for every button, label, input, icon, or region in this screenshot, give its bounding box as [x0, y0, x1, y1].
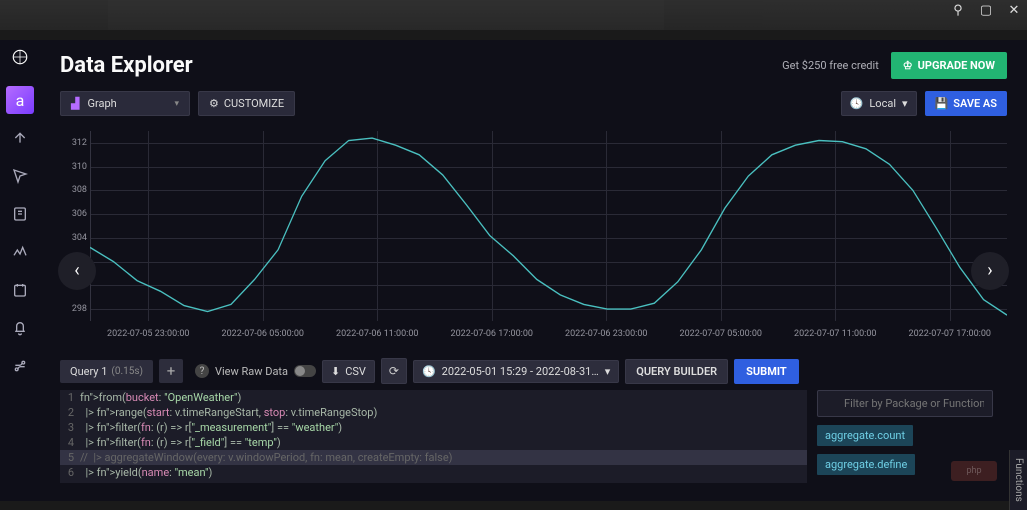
- visualization-type-dropdown[interactable]: ▟ Graph ▾: [60, 91, 190, 116]
- function-pill[interactable]: aggregate.define: [817, 454, 915, 475]
- save-as-button[interactable]: 💾 SAVE AS: [925, 91, 1007, 116]
- code-line[interactable]: 5// |> aggregateWindow(every: v.windowPe…: [60, 450, 807, 465]
- page-header: Data Explorer Get $250 free credit ♔ UPG…: [40, 40, 1027, 87]
- code-line[interactable]: 6 |> fn">yield(name: "mean"): [60, 465, 807, 480]
- y-axis-label: 310: [63, 162, 87, 172]
- query-tab-active[interactable]: Query 1 (0.15s): [60, 360, 153, 383]
- clock-icon: 🕓: [850, 97, 864, 110]
- x-axis-label: 2022-07-06 11:00:00: [336, 329, 418, 339]
- x-axis-label: 2022-07-07 11:00:00: [794, 329, 876, 339]
- chart-icon: ▟: [71, 97, 79, 110]
- x-axis-label: 2022-07-05 23:00:00: [107, 329, 189, 339]
- nav-settings-icon[interactable]: [6, 352, 34, 380]
- left-sidebar: a: [0, 40, 40, 501]
- code-line[interactable]: 3 |> fn">filter(fn: (r) => r["_measureme…: [60, 420, 807, 435]
- x-axis-label: 2022-07-06 23:00:00: [565, 329, 647, 339]
- code-line[interactable]: 2 |> fn">range(start: v.timeRangeStart, …: [60, 405, 807, 420]
- nav-alerts-icon[interactable]: [6, 314, 34, 342]
- nav-dashboard-icon[interactable]: [6, 238, 34, 266]
- x-axis-label: 2022-07-06 05:00:00: [222, 329, 304, 339]
- close-icon[interactable]: ✕: [1007, 3, 1021, 17]
- timezone-dropdown[interactable]: 🕓 Local ▾: [841, 91, 917, 116]
- function-pill[interactable]: aggregate.count: [817, 425, 913, 446]
- raw-data-toggle[interactable]: ? View Raw Data: [195, 364, 316, 378]
- window-controls: ⚲ ▢ ✕: [951, 3, 1021, 17]
- y-axis-label: 308: [63, 185, 87, 195]
- time-range-dropdown[interactable]: 🕓 2022-05-01 15:29 - 2022-08-31… ▾: [413, 360, 619, 383]
- flux-editor[interactable]: 1fn">from(bucket: "OpenWeather")2 |> fn"…: [60, 390, 807, 483]
- save-icon: 💾: [935, 97, 949, 110]
- customize-button[interactable]: ⚙ CUSTOMIZE: [198, 91, 295, 116]
- nav-tasks-icon[interactable]: [6, 276, 34, 304]
- query-bar: Query 1 (0.15s) + ? View Raw Data ⬇ CSV …: [40, 352, 1027, 390]
- carousel-prev-button[interactable]: ‹: [58, 252, 96, 290]
- function-filter-input[interactable]: [817, 390, 993, 417]
- nav-upload-icon[interactable]: [6, 124, 34, 152]
- refresh-button[interactable]: ⟳: [381, 358, 407, 384]
- nav-notebook-icon[interactable]: [6, 200, 34, 228]
- page-title: Data Explorer: [60, 53, 193, 78]
- code-line[interactable]: 4 |> fn">filter(fn: (r) => r["_field"] =…: [60, 435, 807, 450]
- chevron-down-icon: ▾: [605, 365, 611, 378]
- chart-toolbar: ▟ Graph ▾ ⚙ CUSTOMIZE 🕓 Local ▾ 💾 SAVE A…: [40, 87, 1027, 126]
- query-builder-button[interactable]: QUERY BUILDER: [625, 359, 728, 384]
- x-axis-label: 2022-07-07 05:00:00: [680, 329, 762, 339]
- upgrade-button[interactable]: ♔ UPGRADE NOW: [891, 52, 1007, 79]
- background-residual: [0, 0, 1027, 30]
- chart-area: 2983003023043063083103122022-07-05 23:00…: [60, 126, 1007, 346]
- y-axis-label: 298: [63, 304, 87, 314]
- submit-button[interactable]: SUBMIT: [734, 359, 799, 384]
- toggle-switch[interactable]: [294, 365, 316, 377]
- help-icon[interactable]: ?: [195, 364, 209, 378]
- y-axis-label: 312: [63, 138, 87, 148]
- x-axis-label: 2022-07-06 17:00:00: [451, 329, 533, 339]
- nav-explore-icon[interactable]: [6, 162, 34, 190]
- export-csv-button[interactable]: ⬇ CSV: [322, 360, 375, 383]
- crown-icon: ♔: [903, 59, 913, 72]
- x-axis-label: 2022-07-07 17:00:00: [909, 329, 991, 339]
- line-chart[interactable]: [90, 131, 1007, 321]
- restore-icon[interactable]: ▢: [979, 3, 993, 17]
- chevron-down-icon: ▾: [902, 97, 908, 110]
- pin-icon[interactable]: ⚲: [951, 3, 965, 17]
- chevron-down-icon: ▾: [174, 99, 179, 109]
- code-line[interactable]: 1fn">from(bucket: "OpenWeather"): [60, 390, 807, 405]
- carousel-next-button[interactable]: ›: [971, 252, 1009, 290]
- app-logo-icon[interactable]: [11, 48, 29, 66]
- free-credit-link[interactable]: Get $250 free credit: [782, 59, 879, 72]
- y-axis-label: 306: [63, 209, 87, 219]
- editor-row: 1fn">from(bucket: "OpenWeather")2 |> fn"…: [40, 390, 1027, 483]
- gear-icon: ⚙: [209, 97, 219, 110]
- main-content: Data Explorer Get $250 free credit ♔ UPG…: [40, 40, 1027, 501]
- clock-icon: 🕓: [422, 365, 436, 378]
- download-icon: ⬇: [331, 365, 340, 378]
- y-axis-label: 304: [63, 233, 87, 243]
- watermark: php: [951, 461, 997, 481]
- add-query-button[interactable]: +: [159, 359, 183, 383]
- nav-user-icon[interactable]: a: [6, 86, 34, 114]
